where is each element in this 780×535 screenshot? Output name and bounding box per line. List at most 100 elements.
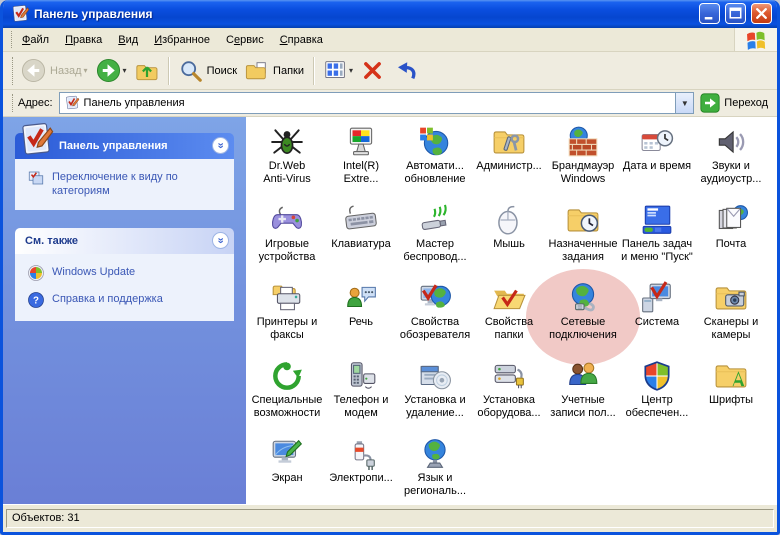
up-button[interactable] xyxy=(131,57,163,85)
help-link[interactable]: ?Справка и поддержка xyxy=(27,291,226,309)
search-label: Поиск xyxy=(207,65,237,77)
control-panel-item[interactable]: Почта xyxy=(694,203,768,281)
printer-icon xyxy=(270,281,304,315)
control-panel-item[interactable]: Мастер беспровод... xyxy=(398,203,472,281)
control-panel-item-label: Специальные возможности xyxy=(252,394,323,420)
control-panel-item[interactable]: Intel(R) Extre... xyxy=(324,125,398,203)
control-panel-item[interactable]: Экран xyxy=(250,437,324,504)
menu-item-5[interactable]: Справка xyxy=(272,31,331,49)
window-title: Панель управления xyxy=(34,7,697,21)
caption-buttons xyxy=(697,3,772,26)
address-bar: Адрес: Панель управления ▼ Переход xyxy=(3,90,777,117)
switch-view-link[interactable]: Переключение к виду по категориям xyxy=(27,169,226,198)
chevron-up-icon: » xyxy=(215,237,226,243)
back-button[interactable]: Назад ▾ xyxy=(17,56,92,85)
control-panel-item[interactable]: Учетные записи пол... xyxy=(546,359,620,437)
up-folder-icon xyxy=(135,59,159,83)
windows-logo-icon xyxy=(734,28,777,51)
graphics-display-icon xyxy=(344,125,378,159)
internet-options-icon xyxy=(418,281,452,315)
add-hardware-icon xyxy=(492,359,526,393)
menu-item-4[interactable]: Сервис xyxy=(218,31,272,49)
control-panel-item-label: Дата и время xyxy=(623,160,691,173)
control-panel-item-label: Система xyxy=(635,316,679,329)
network-icon xyxy=(566,281,600,315)
control-panel-item[interactable]: Мышь xyxy=(472,203,546,281)
control-panel-item[interactable]: Дата и время xyxy=(620,125,694,203)
title-bar: Панель управления xyxy=(3,0,777,28)
control-panel-item[interactable]: Сетевые подключения xyxy=(546,281,620,359)
addressbar-grip[interactable] xyxy=(7,94,13,112)
control-panel-item[interactable]: Центр обеспечен... xyxy=(620,359,694,437)
minimize-button[interactable] xyxy=(699,3,720,24)
control-panel-item[interactable]: Шрифты xyxy=(694,359,768,437)
control-panel-item[interactable]: Администр... xyxy=(472,125,546,203)
maximize-button[interactable] xyxy=(725,3,746,24)
menu-item-1[interactable]: Правка xyxy=(57,31,110,49)
control-panel-item[interactable]: Автомати... обновление xyxy=(398,125,472,203)
date-time-icon xyxy=(640,125,674,159)
views-dropdown-icon[interactable]: ▾ xyxy=(349,66,353,75)
control-panel-item[interactable]: Установка оборудова... xyxy=(472,359,546,437)
control-panel-item[interactable]: Панель задач и меню "Пуск" xyxy=(620,203,694,281)
back-label: Назад xyxy=(50,65,82,77)
control-panel-item[interactable]: Телефон и модем xyxy=(324,359,398,437)
sidebar-panel-0: Панель управления» Переключение к виду по… xyxy=(15,133,234,210)
menu-grip[interactable] xyxy=(5,31,12,48)
collapse-panel-button[interactable]: » xyxy=(212,137,229,154)
menu-item-0[interactable]: Файл xyxy=(14,31,57,49)
control-panel-item[interactable]: Звуки и аудиоустр... xyxy=(694,125,768,203)
go-button[interactable]: Переход xyxy=(694,93,774,113)
forward-button[interactable]: ▾ xyxy=(92,56,131,85)
control-panel-item[interactable]: Dr.Web Anti-Virus xyxy=(250,125,324,203)
toolbar: Назад ▾ ▾ Поиск Папки ▾ xyxy=(3,52,777,90)
undo-button[interactable] xyxy=(388,57,420,85)
address-combobox[interactable]: Панель управления ▼ xyxy=(59,92,695,114)
svg-text:?: ? xyxy=(33,295,39,306)
forward-icon xyxy=(96,58,121,83)
control-panel-item[interactable]: Система xyxy=(620,281,694,359)
address-value: Панель управления xyxy=(84,97,676,109)
accessibility-icon xyxy=(270,359,304,393)
undo-icon xyxy=(392,59,416,83)
back-dropdown-icon[interactable]: ▾ xyxy=(84,66,88,75)
control-panel-item-label: Принтеры и факсы xyxy=(257,316,318,342)
control-panel-item[interactable]: Игровые устройства xyxy=(250,203,324,281)
control-panel-item-label: Dr.Web Anti-Virus xyxy=(263,160,310,186)
back-icon xyxy=(21,58,46,83)
sidebar-panel-1: См. также»Windows Update?Справка и подде… xyxy=(15,228,234,321)
menu-items: ФайлПравкаВидИзбранноеСервисСправка xyxy=(14,28,734,51)
control-panel-item[interactable]: Специальные возможности xyxy=(250,359,324,437)
control-panel-item[interactable]: Клавиатура xyxy=(324,203,398,281)
control-panel-item-label: Администр... xyxy=(476,160,542,173)
taskbar-icon xyxy=(640,203,674,237)
folders-button[interactable]: Папки xyxy=(241,57,308,85)
windows-update-link[interactable]: Windows Update xyxy=(27,264,226,282)
collapse-panel-button[interactable]: » xyxy=(212,232,229,249)
delete-button[interactable] xyxy=(357,57,388,84)
control-panel-item[interactable]: Речь xyxy=(324,281,398,359)
control-panel-icon xyxy=(10,4,30,24)
control-panel-item[interactable]: Электропи... xyxy=(324,437,398,504)
control-panel-item[interactable]: Установка и удаление... xyxy=(398,359,472,437)
menu-item-3[interactable]: Избранное xyxy=(146,31,218,49)
sidebar-panel-title: Панель управления» xyxy=(15,133,234,159)
control-panel-item-label: Панель задач и меню "Пуск" xyxy=(621,238,693,264)
search-button[interactable]: Поиск xyxy=(175,57,241,85)
forward-dropdown-icon[interactable]: ▾ xyxy=(123,66,127,75)
sidebar-panel-body: Переключение к виду по категориям xyxy=(15,159,234,210)
close-button[interactable] xyxy=(751,3,772,24)
camera-folder-icon xyxy=(714,281,748,315)
menu-item-2[interactable]: Вид xyxy=(110,31,146,49)
control-panel-item-label: Свойства папки xyxy=(485,316,533,342)
control-panel-item[interactable]: Язык и региональ... xyxy=(398,437,472,504)
address-dropdown-button[interactable]: ▼ xyxy=(675,93,693,113)
control-panel-item[interactable]: Свойства обозревателя xyxy=(398,281,472,359)
toolbar-grip[interactable] xyxy=(7,57,13,85)
views-button[interactable]: ▾ xyxy=(320,57,357,84)
control-panel-item[interactable]: Брандмауэр Windows xyxy=(546,125,620,203)
control-panel-item[interactable]: Сканеры и камеры xyxy=(694,281,768,359)
mouse-icon xyxy=(492,203,526,237)
display-brush-icon xyxy=(270,437,304,471)
control-panel-item[interactable]: Принтеры и факсы xyxy=(250,281,324,359)
